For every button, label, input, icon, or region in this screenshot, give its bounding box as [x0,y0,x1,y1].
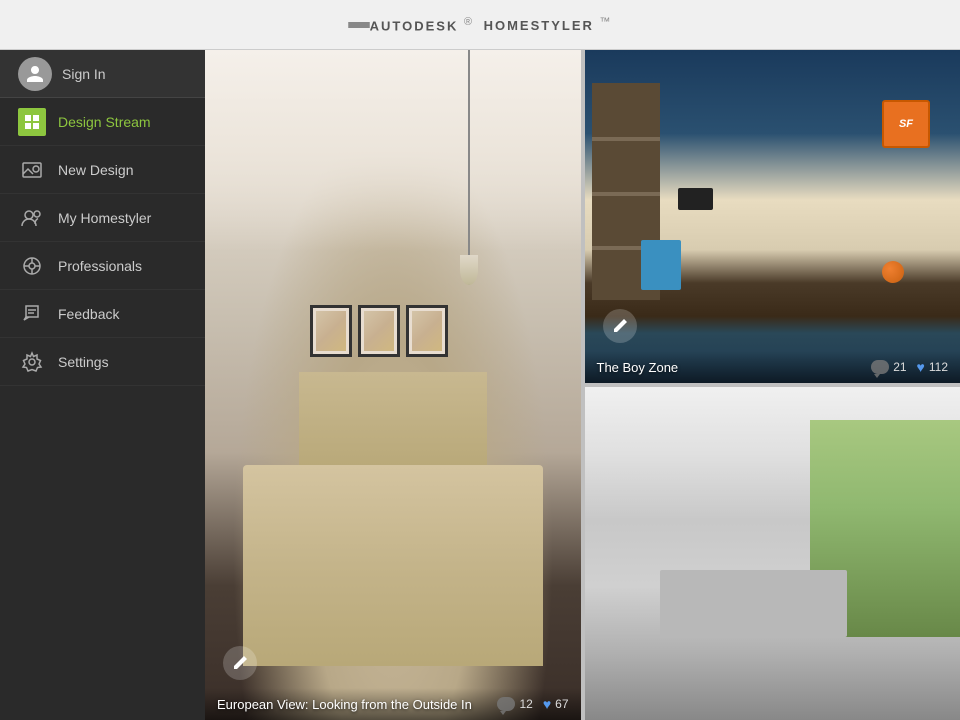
shelf-2 [592,192,660,196]
card1-likes: ♥ 67 [543,696,569,712]
app-header: AUTODESK ® HOMESTYLER ™ [0,0,960,50]
design-card-boyzone[interactable]: SF The Boy Zone 21 ♥ 112 [585,50,960,383]
card2-comments: 21 [871,360,906,374]
sidebar-item-design-stream[interactable]: Design Stream [0,98,205,146]
modern-sofa [660,570,848,637]
shelf-1 [592,137,660,141]
edit-badge[interactable] [223,646,257,680]
sidebar-item-feedback[interactable]: Feedback [0,290,205,338]
blue-chair [641,240,681,290]
avatar [18,57,52,91]
pendant-lamp [468,50,470,285]
monitor [678,188,713,210]
feedback-label: Feedback [58,306,119,322]
card1-stats: 12 ♥ 67 [497,696,568,712]
new-design-icon [18,156,46,184]
sidebar-item-my-homestyler[interactable]: My Homestyler [0,194,205,242]
card2-title: The Boy Zone [597,360,679,375]
settings-icon [18,348,46,376]
card1-overlay: European View: Looking from the Outside … [205,688,581,720]
card1-comments: 12 [497,697,532,711]
card1-comment-count: 12 [519,697,532,711]
card2-overlay: The Boy Zone 21 ♥ 112 [585,351,960,383]
my-homestyler-label: My Homestyler [58,210,151,226]
professionals-icon [18,252,46,280]
art-frame-1 [310,305,352,357]
heart-icon-2: ♥ [917,359,925,375]
card2-stats: 21 ♥ 112 [871,359,948,375]
card2-comment-count: 21 [893,360,906,374]
design-stream-icon [18,108,46,136]
app-title: AUTODESK ® HOMESTYLER ™ [370,16,613,33]
user-icon [25,64,45,84]
title-trademark: ™ [600,16,613,28]
edit-badge-2[interactable] [603,309,637,343]
card1-title: European View: Looking from the Outside … [217,697,472,712]
title-prefix: AUTODESK [370,18,459,33]
sidebar-item-new-design[interactable]: New Design [0,146,205,194]
sf-giants-badge: SF [882,100,930,148]
sidebar-item-signin[interactable]: Sign In [0,50,205,98]
comment-bubble-icon [497,697,515,711]
card2-likes: ♥ 112 [917,359,948,375]
professionals-label: Professionals [58,258,142,274]
my-homestyler-icon [18,204,46,232]
sidebar-item-professionals[interactable]: Professionals [0,242,205,290]
wall-frames [310,305,448,357]
bed-headboard [299,372,487,473]
edit-icon-2 [612,318,628,334]
edit-icon [232,655,248,671]
art-frame-3 [406,305,448,357]
menu-button[interactable] [348,22,370,28]
design-card-bedroom[interactable]: European View: Looking from the Outside … [205,50,581,720]
sidebar: Sign In Design Stream New Design [0,50,205,720]
art-frame-2 [358,305,400,357]
new-design-label: New Design [58,162,133,178]
settings-label: Settings [58,354,109,370]
title-super: ® [464,16,474,28]
design-card-modern[interactable] [585,387,960,720]
heart-icon: ♥ [543,696,551,712]
menu-bar-3 [348,26,370,28]
card2-like-count: 112 [929,360,948,374]
design-stream-label: Design Stream [58,114,151,130]
card1-like-count: 67 [555,697,568,711]
basketball [882,261,904,283]
bed [243,465,543,666]
title-main: HOMESTYLER [484,18,594,33]
comment-bubble-icon-2 [871,360,889,374]
main-content: European View: Looking from the Outside … [205,50,960,720]
signin-label: Sign In [62,66,106,82]
sidebar-item-settings[interactable]: Settings [0,338,205,386]
feedback-icon [18,300,46,328]
